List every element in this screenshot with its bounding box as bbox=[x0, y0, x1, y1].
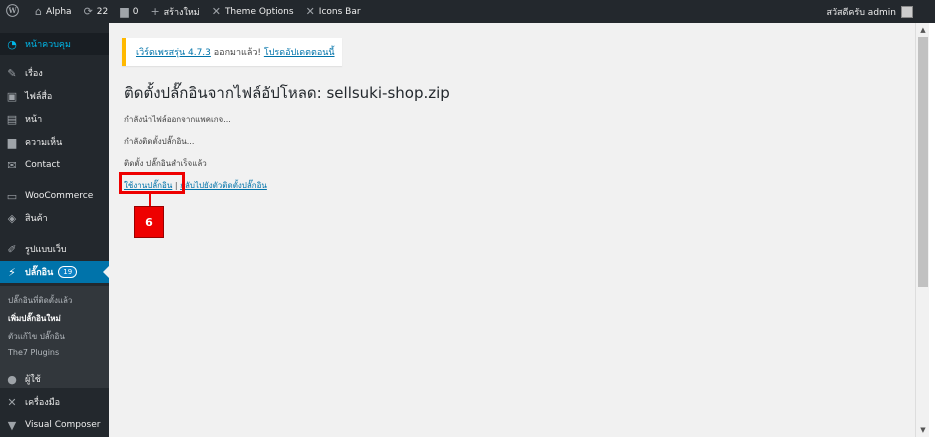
site-name: Alpha bbox=[45, 6, 72, 17]
admin-sidebar: ◔ หน้าควบคุม ✎ เรื่อง ▣ ไฟล์สื่อ ▤ หน้า … bbox=[0, 23, 109, 437]
version-link[interactable]: เวิร์ดเพรสรุ่น 4.7.3 bbox=[136, 45, 211, 59]
admin-bar: W ⌂ Alpha ⟳ 22 ▆ 0 + สร้างใหม่ ✕ Theme O… bbox=[0, 0, 935, 23]
icons-bar-label: Icons Bar bbox=[318, 6, 361, 17]
menu-label: หน้า bbox=[25, 115, 43, 125]
cube-icon: ◈ bbox=[7, 211, 17, 225]
scroll-up-arrow-icon[interactable]: ▲ bbox=[916, 23, 930, 37]
menu-label: เครื่องมือ bbox=[25, 398, 61, 408]
status-success: ติดตั้ง ปลั๊กอินสำเร็จแล้ว bbox=[124, 159, 207, 168]
annotation-highlight-box bbox=[119, 172, 185, 194]
wordpress-logo-button[interactable]: W bbox=[0, 0, 29, 23]
menu-dashboard[interactable]: ◔ หน้าควบคุม bbox=[0, 33, 109, 55]
home-icon: ⌂ bbox=[35, 5, 42, 18]
wrench-icon: ✕ bbox=[7, 395, 17, 409]
menu-label: ความเห็น bbox=[25, 138, 63, 148]
menu-label: หน้าควบคุม bbox=[25, 40, 71, 50]
plus-icon: + bbox=[150, 5, 160, 18]
pin-icon: ✎ bbox=[7, 66, 17, 80]
status-installing: กำลังติดตั้งปลั๊กอิน... bbox=[124, 137, 195, 146]
menu-appearance[interactable]: ✐ รูปแบบเว็บ bbox=[0, 238, 109, 260]
menu-label: เรื่อง bbox=[25, 69, 43, 79]
new-content-link[interactable]: + สร้างใหม่ bbox=[144, 0, 205, 23]
mail-icon: ✉ bbox=[7, 158, 17, 172]
update-count-badge: 19 bbox=[58, 266, 78, 278]
notice-text: ออกมาแล้ว! bbox=[210, 48, 264, 58]
avatar bbox=[901, 5, 913, 18]
refresh-icon: ⟳ bbox=[83, 5, 93, 18]
comment-icon: ▆ bbox=[120, 5, 129, 18]
new-label: สร้างใหม่ bbox=[163, 7, 200, 18]
return-to-installer-link[interactable]: กลับไปยังตัวติดตั้งปลั๊กอิน bbox=[180, 181, 267, 190]
menu-visual-composer[interactable]: ▼ Visual Composer bbox=[0, 414, 109, 436]
menu-label: ผู้ใช้ bbox=[25, 375, 41, 385]
scrollbar-thumb[interactable] bbox=[918, 37, 928, 287]
window-edge bbox=[929, 23, 935, 437]
menu-label: Visual Composer bbox=[25, 420, 101, 430]
user-icon: ● bbox=[7, 372, 17, 386]
current-menu-arrow bbox=[103, 266, 109, 278]
menu-label: Contact bbox=[25, 160, 61, 170]
submenu-the7-plugins[interactable]: The7 Plugins bbox=[8, 348, 59, 357]
status-unpacking: กำลังนำไฟล์ออกจากแพคเกจ... bbox=[124, 115, 231, 124]
icons-bar-link[interactable]: ✕ Icons Bar bbox=[300, 0, 367, 23]
page-icon: ▤ bbox=[6, 112, 18, 126]
menu-label: WooCommerce bbox=[25, 191, 94, 201]
dashboard-icon: ◔ bbox=[7, 37, 17, 51]
visual-composer-icon: ▼ bbox=[7, 418, 17, 432]
comments-link[interactable]: ▆ 0 bbox=[114, 0, 144, 23]
svg-text:W: W bbox=[7, 6, 17, 15]
menu-plugins[interactable]: ⚡ ปลั๊กอิน 19 bbox=[0, 261, 109, 283]
updates-count: 22 bbox=[96, 6, 109, 17]
menu-tools[interactable]: ✕ เครื่องมือ bbox=[0, 391, 109, 413]
menu-posts[interactable]: ✎ เรื่อง bbox=[0, 62, 109, 84]
theme-options-label: Theme Options bbox=[224, 6, 294, 17]
woocommerce-icon: ▭ bbox=[6, 189, 18, 203]
menu-label: รูปแบบเว็บ bbox=[25, 245, 67, 255]
menu-users[interactable]: ● ผู้ใช้ bbox=[0, 368, 109, 390]
site-name-link[interactable]: ⌂ Alpha bbox=[29, 0, 78, 23]
menu-woocommerce[interactable]: ▭ WooCommerce bbox=[0, 185, 109, 207]
wordpress-icon: W bbox=[6, 4, 19, 19]
theme-options-link[interactable]: ✕ Theme Options bbox=[206, 0, 300, 23]
brush-icon: ✐ bbox=[7, 242, 17, 256]
tools-icon: ✕ bbox=[305, 5, 315, 18]
menu-comments[interactable]: ▆ ความเห็น bbox=[0, 131, 109, 153]
tools-icon: ✕ bbox=[211, 5, 221, 18]
submenu-plugin-editor[interactable]: ตัวแก้ไข ปลั๊กอิน bbox=[8, 330, 65, 343]
menu-label: ปลั๊กอิน bbox=[25, 268, 54, 278]
media-icon: ▣ bbox=[6, 89, 18, 103]
comment-icon: ▆ bbox=[7, 135, 17, 149]
menu-products[interactable]: ◈ สินค้า bbox=[0, 207, 109, 229]
scroll-down-arrow-icon[interactable]: ▼ bbox=[916, 423, 930, 437]
greeting: สวัสดีครับ admin bbox=[826, 7, 896, 18]
account-menu[interactable]: สวัสดีครับ admin bbox=[820, 0, 935, 23]
update-notice: เวิร์ดเพรสรุ่น 4.7.3 ออกมาแล้ว! โปรดอัปเ… bbox=[122, 38, 342, 66]
menu-label: ไฟล์สื่อ bbox=[25, 92, 53, 102]
submenu-add-new[interactable]: เพิ่มปลั๊กอินใหม่ bbox=[8, 312, 61, 325]
menu-contact[interactable]: ✉ Contact bbox=[0, 154, 109, 176]
annotation-step-number: 6 bbox=[134, 206, 164, 238]
plugin-icon: ⚡ bbox=[8, 265, 16, 279]
menu-pages[interactable]: ▤ หน้า bbox=[0, 108, 109, 130]
updates-link[interactable]: ⟳ 22 bbox=[78, 0, 115, 23]
vertical-scrollbar[interactable]: ▲ ▼ bbox=[915, 23, 929, 437]
update-now-link[interactable]: โปรดอัปเดตตอนนี้ bbox=[264, 45, 335, 59]
page-title: ติดตั้งปลั๊กอินจากไฟล์อัปโหลด: sellsuki-… bbox=[124, 84, 450, 102]
menu-media[interactable]: ▣ ไฟล์สื่อ bbox=[0, 85, 109, 107]
menu-label: สินค้า bbox=[25, 214, 48, 224]
comments-count: 0 bbox=[132, 6, 139, 17]
submenu-installed-plugins[interactable]: ปลั๊กอินที่ติดตั้งแล้ว bbox=[8, 294, 72, 307]
